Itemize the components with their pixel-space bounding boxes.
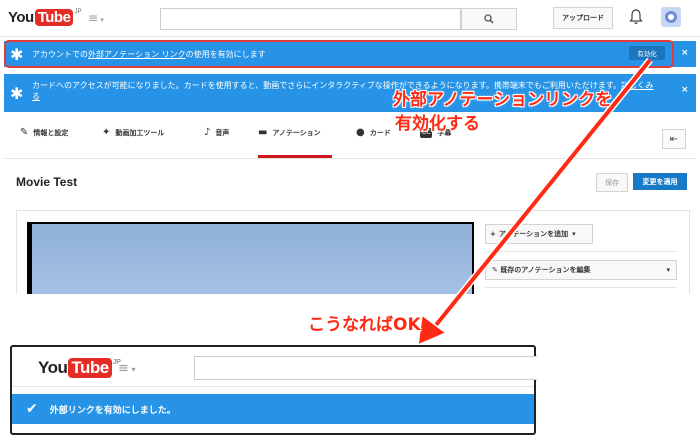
divider bbox=[12, 386, 534, 387]
instruction-callout: 外部アノテーションリンクを 有効化する bbox=[393, 90, 613, 134]
success-message: 外部リンクを有効にしました。 bbox=[49, 405, 176, 416]
success-banner: ✔ 外部リンクを有効にしました。 bbox=[12, 394, 534, 424]
guide-menu-button[interactable]: ≡ ▾ bbox=[118, 361, 135, 376]
youtube-logo[interactable]: You Tube JP bbox=[38, 358, 121, 378]
guide-icon: ≡ bbox=[118, 361, 129, 376]
search-input[interactable] bbox=[194, 356, 537, 380]
checkmark-icon: ✔ bbox=[26, 401, 38, 417]
logo-tube-text: Tube bbox=[68, 358, 112, 378]
result-callout: こうなればOK bbox=[308, 315, 421, 335]
logo-you-text: You bbox=[38, 358, 68, 377]
